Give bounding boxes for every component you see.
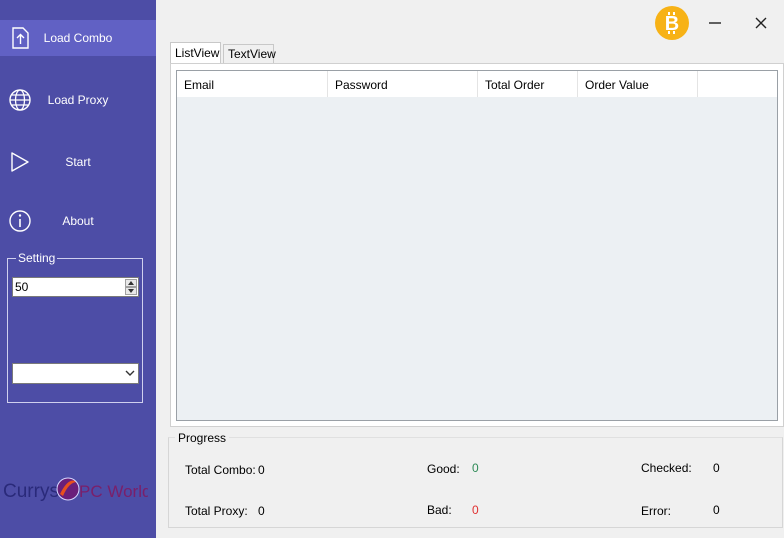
column-header-total-order[interactable]: Total Order	[478, 71, 578, 97]
sidebar-item-label: Load Proxy	[47, 93, 109, 107]
stepper-up-button[interactable]	[125, 279, 137, 287]
tab-textview[interactable]: TextView	[223, 44, 276, 63]
bad-label: Bad:	[427, 503, 452, 517]
close-button[interactable]	[750, 12, 772, 34]
total-combo-label: Total Combo:	[185, 463, 256, 477]
good-label: Good:	[427, 462, 460, 476]
sidebar-item-about[interactable]: About	[0, 203, 156, 239]
column-header-password[interactable]: Password	[328, 71, 478, 97]
results-listview[interactable]: Email Password Total Order Order Value	[176, 70, 778, 421]
error-value: 0	[713, 503, 720, 517]
setting-dropdown[interactable]	[12, 363, 139, 384]
column-header-email[interactable]: Email	[177, 71, 328, 97]
svg-text:B: B	[665, 13, 679, 35]
logo-text-left: Currys	[3, 481, 59, 502]
setting-groupbox: Setting 50	[7, 251, 143, 403]
setting-legend: Setting	[16, 251, 58, 265]
sidebar: Load Combo Load Proxy Start About Settin…	[0, 0, 156, 538]
total-combo-value: 0	[258, 463, 265, 477]
chevron-down-icon	[125, 370, 135, 376]
listview-header: Email Password Total Order Order Value	[177, 71, 777, 97]
chevron-up-icon	[128, 281, 134, 285]
error-label: Error:	[641, 504, 671, 518]
currys-pc-world-logo: Currys PC World	[3, 477, 148, 502]
checked-label: Checked:	[641, 461, 692, 475]
column-header-order-value[interactable]: Order Value	[578, 71, 698, 97]
bitcoin-icon[interactable]: B	[655, 6, 689, 40]
tab-label: ListView	[175, 46, 220, 60]
logo-text-right: PC World	[79, 482, 148, 501]
chevron-down-icon	[128, 289, 134, 293]
checked-value: 0	[713, 461, 720, 475]
good-value: 0	[472, 461, 479, 475]
progress-groupbox: Progress Total Combo: 0 Total Proxy: 0 G…	[168, 431, 783, 528]
threads-value: 50	[15, 280, 29, 294]
tab-label: TextView	[228, 47, 276, 61]
tab-listview[interactable]: ListView	[170, 42, 221, 64]
minimize-button[interactable]	[704, 12, 726, 34]
stepper-down-button[interactable]	[125, 287, 137, 295]
threads-stepper[interactable]: 50	[12, 277, 139, 297]
total-proxy-value: 0	[258, 504, 265, 518]
sidebar-item-start[interactable]: Start	[0, 144, 156, 180]
progress-legend: Progress	[175, 431, 230, 445]
sidebar-item-load-proxy[interactable]: Load Proxy	[0, 82, 156, 118]
bad-value: 0	[472, 503, 479, 517]
sidebar-item-load-combo[interactable]: Load Combo	[0, 20, 156, 56]
stepper-buttons	[125, 279, 137, 295]
sidebar-item-label: About	[62, 214, 94, 228]
sidebar-item-label: Load Combo	[43, 31, 113, 45]
total-proxy-label: Total Proxy:	[185, 504, 248, 518]
sidebar-item-label: Start	[65, 155, 91, 169]
